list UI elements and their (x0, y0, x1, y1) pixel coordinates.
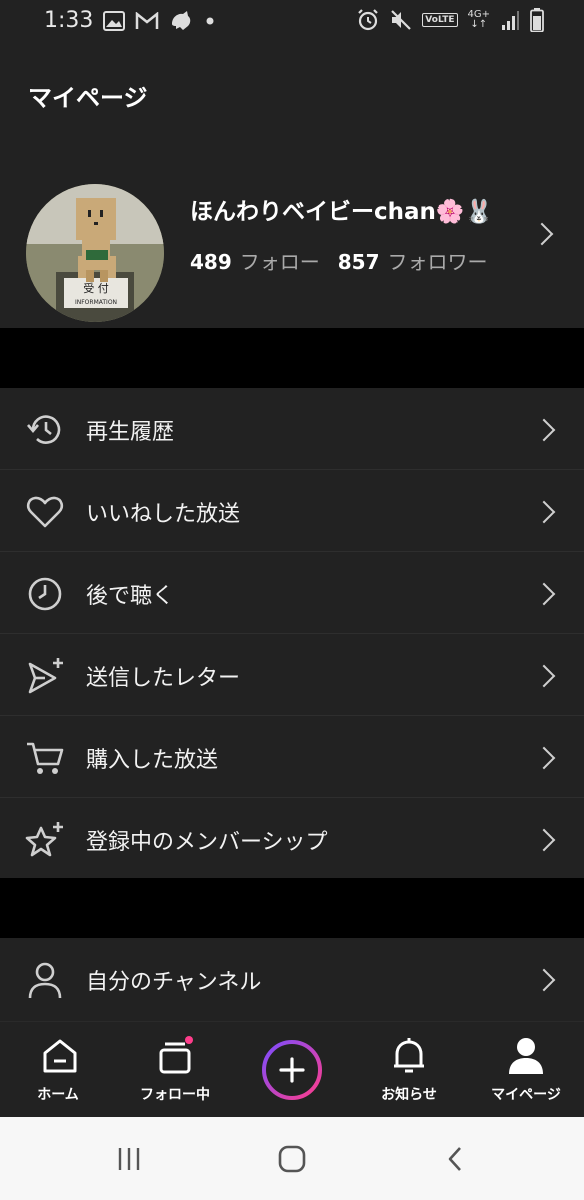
person-icon (28, 962, 62, 999)
following-stack-icon (159, 1036, 193, 1074)
menu-label: 自分のチャンネル (86, 970, 262, 995)
menu-label: 登録中のメンバーシップ (86, 830, 328, 855)
system-nav-bar (0, 1117, 584, 1200)
chevron-right-icon (532, 828, 556, 852)
mute-icon (391, 10, 412, 30)
tab-home[interactable]: ホーム (0, 1022, 116, 1118)
back-icon[interactable] (441, 1144, 471, 1174)
chevron-right-icon (532, 968, 556, 992)
chevron-right-icon (532, 582, 556, 606)
heart-icon (26, 496, 64, 528)
tab-mypage[interactable]: マイページ (468, 1022, 584, 1118)
tab-notifications[interactable]: お知らせ (351, 1022, 467, 1118)
tab-label: ホーム (37, 1087, 79, 1103)
followers-label[interactable]: フォロワー (388, 246, 488, 275)
tab-create[interactable] (234, 1022, 350, 1118)
channel-menu: 自分のチャンネル (0, 938, 584, 1021)
menu-item-history[interactable]: 再生履歴 (0, 388, 584, 470)
home-icon (43, 1039, 77, 1073)
menu-item-my-channel[interactable]: 自分のチャンネル (0, 938, 584, 1019)
menu-label: 送信したレター (86, 666, 241, 691)
image-icon (103, 11, 125, 31)
library-menu: 再生履歴 いいねした放送 後で聴く 送信したレター 購入した放送 登録中のメンバ… (0, 388, 584, 878)
chevron-right-icon (532, 418, 556, 442)
menu-label: 再生履歴 (86, 420, 175, 445)
bottom-tab-bar: ホーム フォロー中 お知らせ マイページ (0, 1021, 584, 1118)
page-title: マイページ (28, 84, 148, 112)
4g-icon: 4G+ ↓↑ (467, 9, 491, 30)
chevron-right-icon (532, 746, 556, 770)
menu-item-membership[interactable]: 登録中のメンバーシップ (0, 798, 584, 879)
followers-count[interactable]: 857 (338, 250, 380, 274)
menu-label: いいねした放送 (86, 502, 241, 527)
avatar[interactable]: 受 付 INFORMATION (26, 184, 164, 322)
recent-apps-icon[interactable] (114, 1144, 144, 1174)
profile-name[interactable]: ほんわりベイビーchan🌸🐰 (190, 192, 493, 226)
home-circle-icon[interactable] (277, 1144, 307, 1174)
tab-label: マイページ (491, 1087, 561, 1103)
menu-label: 後で聴く (86, 584, 175, 609)
cart-icon (27, 742, 64, 774)
following-label[interactable]: フォロー (240, 246, 320, 275)
history-icon (27, 415, 61, 444)
bell-icon (394, 1038, 424, 1073)
status-left-icons (103, 10, 217, 32)
alarm-icon (358, 9, 379, 31)
menu-label: 購入した放送 (86, 748, 219, 773)
gmail-icon (135, 12, 159, 29)
status-bar: 1:33 VoLTE 4G+ ↓↑ (0, 0, 584, 44)
network-label: 4G+ (467, 9, 491, 20)
notification-dot (185, 1036, 193, 1044)
send-plus-icon (28, 658, 63, 694)
volte-icon: VoLTE (422, 13, 458, 27)
profile-stats: 489 フォロー 857 フォロワー (190, 246, 506, 275)
following-count[interactable]: 489 (190, 250, 232, 274)
tab-label: フォロー中 (140, 1087, 210, 1103)
status-time: 1:33 (44, 8, 94, 33)
tab-label: お知らせ (381, 1087, 437, 1103)
plus-circle-icon (262, 1040, 322, 1100)
dot-icon (206, 17, 214, 25)
chevron-right-icon (532, 664, 556, 688)
avatar-image: 受 付 INFORMATION (26, 184, 164, 322)
battery-icon (530, 8, 544, 32)
chevron-right-icon (532, 500, 556, 524)
tab-following[interactable]: フォロー中 (117, 1022, 233, 1118)
star-plus-icon (25, 822, 63, 857)
menu-item-purchased[interactable]: 購入した放送 (0, 716, 584, 798)
avatar-sign-subtext: INFORMATION (75, 299, 117, 306)
menu-item-listen-later[interactable]: 後で聴く (0, 552, 584, 634)
avatar-sign-text: 受 付 (83, 282, 109, 295)
clock-icon (28, 577, 62, 611)
person-filled-icon (509, 1038, 543, 1074)
signal-icon (502, 11, 519, 30)
menu-item-sent-letters[interactable]: 送信したレター (0, 634, 584, 716)
menu-item-liked[interactable]: いいねした放送 (0, 470, 584, 552)
status-right-icons: VoLTE 4G+ ↓↑ (356, 8, 544, 32)
bird-icon (172, 11, 191, 30)
